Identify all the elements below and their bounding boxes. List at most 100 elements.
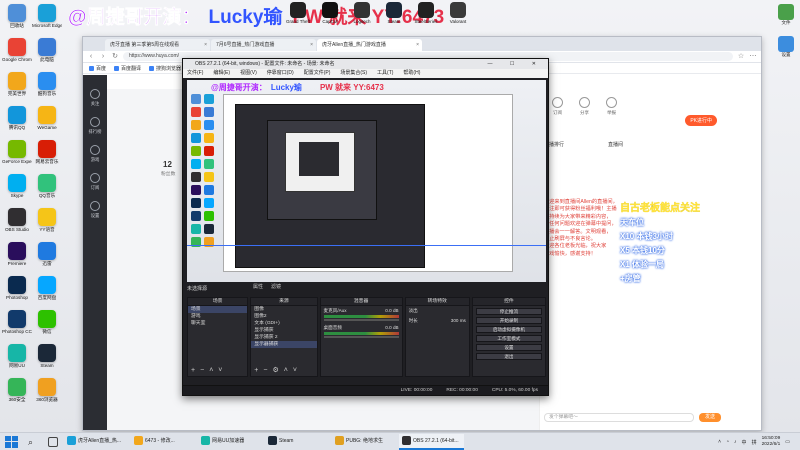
nav-icon[interactable]: [90, 117, 100, 127]
source-item[interactable]: 图像: [251, 306, 316, 313]
nav-icon[interactable]: [90, 173, 100, 183]
close-icon[interactable]: ×: [416, 39, 419, 51]
desktop-shortcut[interactable]: 完美世界: [2, 72, 32, 105]
obs-menu-item[interactable]: 文件(F): [187, 69, 203, 78]
desktop-shortcut[interactable]: 迅雷: [32, 242, 62, 275]
taskbar-app[interactable]: PUBG: 绝地求生: [332, 434, 397, 450]
source-item[interactable]: 显示捕获: [251, 327, 316, 334]
source-item[interactable]: 显示器捕获: [251, 341, 317, 348]
taskbar-app[interactable]: 网易UU加速器: [198, 434, 263, 450]
nav-icon[interactable]: [90, 201, 100, 211]
bookmark-item[interactable]: 百度: [89, 65, 106, 72]
obs-menu-item[interactable]: 视图(V): [240, 69, 257, 78]
desktop-shortcut[interactable]: SteelSeries: [413, 2, 439, 24]
side-action-button[interactable]: 分享: [579, 97, 590, 116]
desktop-shortcut[interactable]: 网易UU: [2, 344, 32, 377]
add-scene-icon[interactable]: +: [191, 367, 195, 376]
transition-row[interactable]: 淡出: [406, 306, 469, 316]
source-item[interactable]: 显示捕获 2: [251, 334, 316, 341]
control-button[interactable]: 工作室模式: [475, 335, 542, 342]
ime-mode[interactable]: 拼: [752, 439, 757, 446]
desktop-shortcut[interactable]: 此电脑: [32, 38, 62, 71]
browser-tab[interactable]: 虎牙Allen直播_热门游戏直播 ×: [317, 39, 422, 51]
desktop-shortcut[interactable]: 设置: [778, 36, 794, 58]
forward-icon[interactable]: ›: [99, 53, 107, 61]
menu-icon[interactable]: ⋯: [749, 53, 757, 61]
taskbar-app[interactable]: 虎牙Allen直播_热...: [64, 434, 129, 450]
taskbar-app[interactable]: OBS 27.2.1 (64-bit...: [399, 433, 464, 450]
chat-input[interactable]: 发个弹幕吧～: [544, 413, 694, 422]
desktop-shortcut[interactable]: Microsoft Edge: [32, 4, 62, 37]
desktop-shortcut[interactable]: Skype: [2, 174, 32, 207]
source-up-icon[interactable]: ˄: [284, 367, 288, 376]
desktop-shortcut[interactable]: OBS Studio: [2, 208, 32, 241]
desktop-shortcut[interactable]: 网易云音乐: [32, 140, 62, 173]
side-action-button[interactable]: 举报: [606, 97, 617, 116]
desktop-shortcut[interactable]: 文件: [778, 4, 794, 26]
gear-icon[interactable]: ⚙: [272, 367, 278, 376]
search-icon[interactable]: ⌕: [28, 436, 40, 448]
desktop-shortcut[interactable]: Steam: [32, 344, 62, 377]
bookmark-item[interactable]: 搜狗浏览器: [149, 65, 181, 72]
desktop-shortcut[interactable]: 微信: [32, 310, 62, 343]
ime-indicator[interactable]: 中: [742, 439, 747, 446]
scene-item[interactable]: 游戏: [188, 313, 247, 320]
obs-menu-item[interactable]: 帮助(H): [403, 69, 420, 78]
control-button[interactable]: 退出: [475, 353, 542, 360]
desktop-shortcut[interactable]: 360浏览器: [32, 378, 62, 411]
refresh-icon[interactable]: ↻: [111, 53, 119, 61]
desktop-shortcut[interactable]: Valorant: [445, 2, 471, 24]
obs-menu-item[interactable]: 工具(T): [377, 69, 393, 78]
obs-menu-item[interactable]: 场景集合(S): [340, 69, 367, 78]
network-icon[interactable]: ◔: [726, 439, 729, 445]
bookmark-item[interactable]: 百度翻译: [114, 65, 141, 72]
taskbar-app[interactable]: 6473 - 修改...: [131, 434, 196, 450]
control-button[interactable]: 开始录制: [475, 317, 542, 324]
pk-button[interactable]: PK进行中: [685, 115, 717, 126]
send-button[interactable]: 发送: [699, 413, 721, 422]
desktop-shortcut[interactable]: 百度网盘: [32, 276, 62, 309]
window-controls[interactable]: — ☐ ✕: [488, 59, 544, 69]
move-up-icon[interactable]: ˄: [209, 367, 213, 376]
volume-slider[interactable]: [323, 336, 399, 338]
start-button[interactable]: [4, 435, 18, 449]
clock[interactable]: 16:50:09 2022/6/1: [762, 436, 781, 448]
side-action-button[interactable]: 订阅: [552, 97, 563, 116]
desktop-shortcut[interactable]: WeGame: [32, 106, 62, 139]
side-tab[interactable]: 直播间: [608, 141, 623, 148]
desktop-shortcut[interactable]: Grand Theft: [285, 2, 311, 24]
desktop-shortcut[interactable]: 回收站: [2, 4, 32, 37]
obs-menu-item[interactable]: 配置文件(P): [304, 69, 331, 78]
star-icon[interactable]: ☆: [737, 53, 745, 61]
taskbar-app[interactable]: Steam: [265, 434, 330, 450]
desktop-shortcut[interactable]: Photoshop CC: [2, 310, 32, 343]
tray-chevron-icon[interactable]: ˄: [718, 439, 721, 445]
source-down-icon[interactable]: ˅: [293, 367, 297, 376]
filters-button[interactable]: 滤镜: [271, 283, 281, 290]
scene-item[interactable]: 聊天室: [188, 320, 247, 327]
browser-tab[interactable]: 虎牙直播 第三季第5周在线观看 ×: [105, 39, 210, 51]
desktop-shortcut[interactable]: Logitech: [349, 2, 375, 24]
desktop-shortcut[interactable]: YY语音: [32, 208, 62, 241]
properties-button[interactable]: 属性: [253, 283, 263, 290]
transition-row[interactable]: 时长 300 ms: [406, 316, 469, 326]
source-item[interactable]: 文本 (GDI+): [251, 320, 316, 327]
scene-item[interactable]: 场景: [188, 306, 248, 313]
obs-menu-item[interactable]: 编辑(E): [213, 69, 230, 78]
volume-icon[interactable]: ♪: [734, 439, 737, 445]
desktop-shortcut[interactable]: Photoshop: [2, 276, 32, 309]
browser-tab[interactable]: 7月6号直播_热门游戏直播 ×: [211, 39, 316, 51]
nav-icon[interactable]: [90, 89, 100, 99]
obs-preview[interactable]: @周捷哥开演： Lucky瑜 PW 就来 YY:6473: [187, 80, 546, 282]
close-icon[interactable]: ×: [204, 39, 207, 51]
control-button[interactable]: 启动虚拟摄像机: [475, 326, 542, 333]
task-view-icon[interactable]: [48, 436, 58, 447]
add-source-icon[interactable]: +: [254, 367, 258, 376]
notification-icon[interactable]: ▭: [785, 439, 790, 445]
desktop-shortcut[interactable]: 腾讯QQ: [2, 106, 32, 139]
desktop-shortcut[interactable]: Google Chrome: [2, 38, 32, 71]
source-item[interactable]: 图像2: [251, 313, 316, 320]
control-button[interactable]: 设置: [475, 344, 542, 351]
close-icon[interactable]: ×: [310, 39, 313, 51]
desktop-shortcut[interactable]: GeForce Experience: [2, 140, 32, 173]
